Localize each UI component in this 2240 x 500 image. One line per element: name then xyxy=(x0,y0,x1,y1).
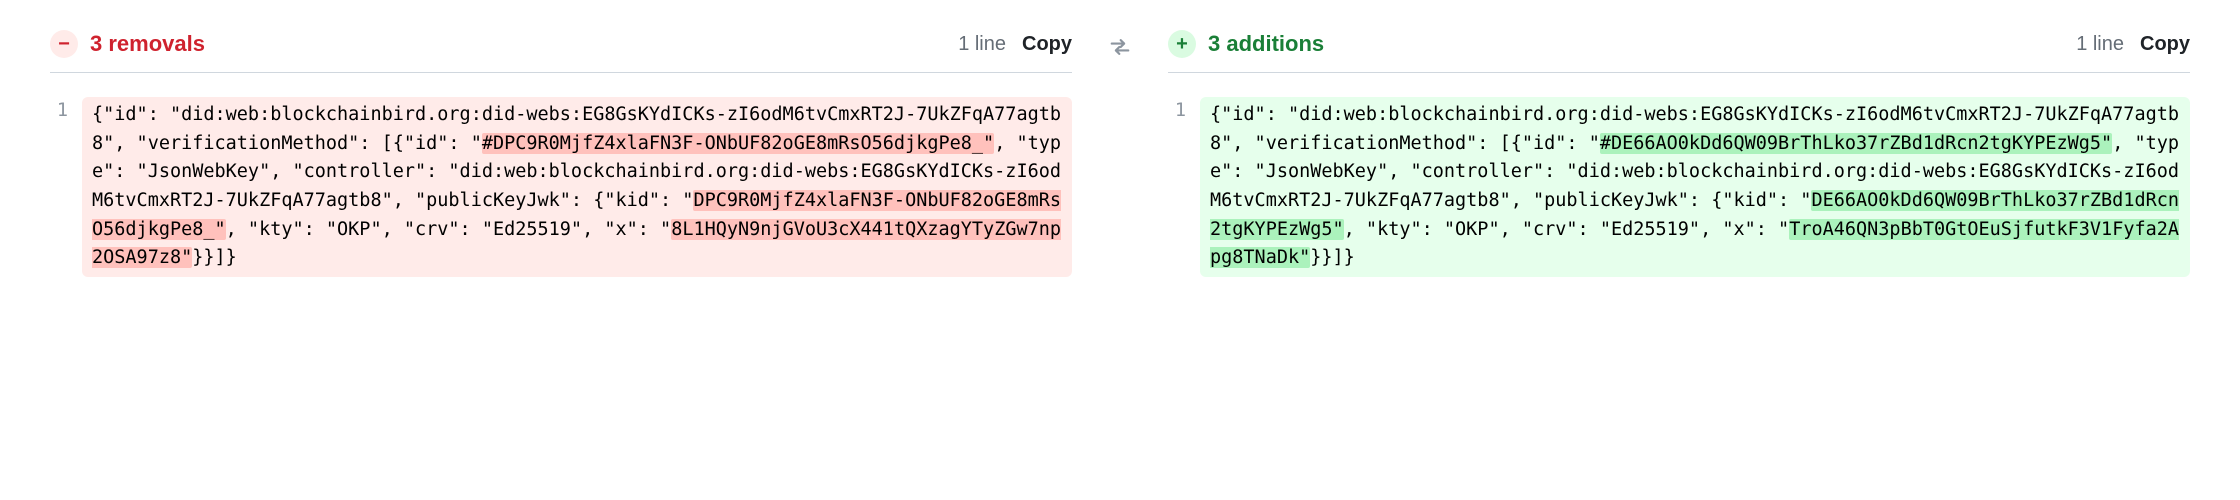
diff-right-panel: + 3 additions 1 line Copy 1 {"id": "did:… xyxy=(1168,30,2190,277)
right-line-count: 1 line xyxy=(2076,33,2124,56)
line-number: 1 xyxy=(50,97,82,277)
diff-left-line[interactable]: {"id": "did:web:blockchainbird.org:did-w… xyxy=(82,97,1072,277)
left-line-count: 1 line xyxy=(958,33,1006,56)
diff-right-code: 1 {"id": "did:web:blockchainbird.org:did… xyxy=(1168,97,2190,277)
diff-left-code: 1 {"id": "did:web:blockchainbird.org:did… xyxy=(50,97,1072,277)
line-number: 1 xyxy=(1168,97,1200,277)
minus-icon: − xyxy=(50,30,78,58)
copy-button[interactable]: Copy xyxy=(1022,33,1072,56)
diff-highlight: #DPC9R0MjfZ4xlaFN3F-ONbUF82oGE8mRsO56djk… xyxy=(482,133,994,154)
diff-left-summary-group: − 3 removals xyxy=(50,30,205,58)
diff-left-actions: 1 line Copy xyxy=(958,33,1072,56)
removals-count-label: 3 removals xyxy=(90,31,205,57)
diff-left-panel: − 3 removals 1 line Copy 1 {"id": "did:w… xyxy=(50,30,1072,277)
diff-highlight: #DE66AO0kDd6QW09BrThLko37rZBd1dRcn2tgKYP… xyxy=(1600,133,2112,154)
copy-button[interactable]: Copy xyxy=(2140,33,2190,56)
diff-right-header: + 3 additions 1 line Copy xyxy=(1168,30,2190,73)
diff-right-summary-group: + 3 additions xyxy=(1168,30,1324,58)
diff-highlight: TroA46QN3pBbT0GtOEuSjfutkF3V1Fyfa2Apg8TN… xyxy=(1210,219,2179,269)
diff-right-line[interactable]: {"id": "did:web:blockchainbird.org:did-w… xyxy=(1200,97,2190,277)
swap-icon[interactable] xyxy=(1109,36,1131,63)
diff-highlight: 8L1HQyN9njGVoU3cX441tQXzagYTyZGw7np2OSA9… xyxy=(92,219,1061,269)
plus-icon: + xyxy=(1168,30,1196,58)
swap-column xyxy=(1102,30,1138,63)
diff-right-actions: 1 line Copy xyxy=(2076,33,2190,56)
diff-left-header: − 3 removals 1 line Copy xyxy=(50,30,1072,73)
additions-count-label: 3 additions xyxy=(1208,31,1324,57)
